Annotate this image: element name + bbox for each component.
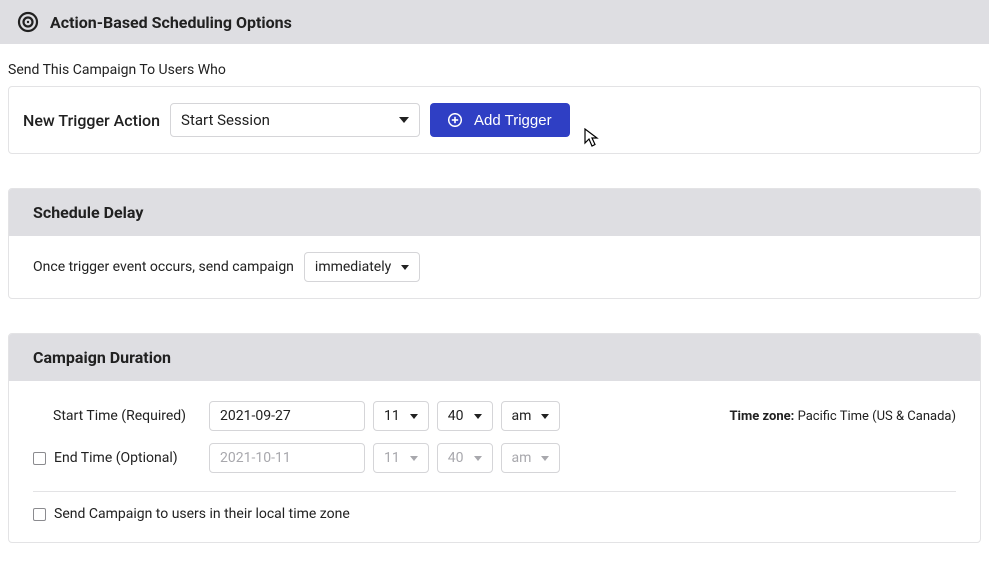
- end-time-label: End Time (Optional): [54, 450, 178, 466]
- start-hour-select[interactable]: 11: [373, 401, 429, 431]
- start-time-row: Start Time (Required) 2021-09-27 11 40 a…: [33, 401, 956, 431]
- campaign-duration-panel: Campaign Duration Start Time (Required) …: [8, 333, 981, 543]
- new-trigger-label: New Trigger Action: [23, 111, 160, 130]
- end-ampm-select[interactable]: am: [501, 443, 561, 473]
- end-time-checkbox[interactable]: [33, 452, 46, 465]
- add-trigger-label: Add Trigger: [474, 112, 552, 129]
- delay-timing-select[interactable]: immediately: [304, 252, 420, 282]
- delay-timing-value: immediately: [315, 259, 391, 275]
- delay-prefix-text: Once trigger event occurs, send campaign: [33, 259, 294, 275]
- timezone-value: Pacific Time (US & Canada): [798, 409, 956, 424]
- new-trigger-panel: New Trigger Action Start Session Add Tri…: [8, 86, 981, 154]
- chevron-down-icon: [410, 456, 418, 461]
- chevron-down-icon: [541, 414, 549, 419]
- trigger-action-value: Start Session: [181, 111, 270, 129]
- end-hour-select[interactable]: 11: [373, 443, 429, 473]
- divider: [33, 491, 956, 492]
- chevron-down-icon: [541, 456, 549, 461]
- trigger-action-select[interactable]: Start Session: [170, 103, 420, 137]
- send-to-label: Send This Campaign To Users Who: [8, 62, 981, 78]
- end-time-row: End Time (Optional) 2021-10-11 11 40 am: [33, 443, 956, 473]
- target-icon: [16, 10, 40, 34]
- start-ampm-select[interactable]: am: [501, 401, 561, 431]
- schedule-delay-title: Schedule Delay: [9, 189, 980, 236]
- campaign-duration-title: Campaign Duration: [9, 334, 980, 381]
- chevron-down-icon: [474, 456, 482, 461]
- page-title: Action-Based Scheduling Options: [50, 13, 292, 32]
- schedule-delay-panel: Schedule Delay Once trigger event occurs…: [8, 188, 981, 299]
- add-trigger-button[interactable]: Add Trigger: [430, 103, 570, 137]
- start-minute-select[interactable]: 40: [437, 401, 493, 431]
- chevron-down-icon: [410, 414, 418, 419]
- local-timezone-label: Send Campaign to users in their local ti…: [54, 506, 350, 522]
- plus-circle-icon: [448, 113, 462, 127]
- page-header: Action-Based Scheduling Options: [0, 0, 989, 44]
- chevron-down-icon: [474, 414, 482, 419]
- end-date-input[interactable]: 2021-10-11: [209, 443, 365, 473]
- start-time-label: Start Time (Required): [53, 408, 186, 424]
- timezone-info: Time zone: Pacific Time (US & Canada): [729, 409, 956, 424]
- local-timezone-row: Send Campaign to users in their local ti…: [33, 506, 956, 522]
- chevron-down-icon: [401, 265, 409, 270]
- chevron-down-icon: [399, 117, 409, 123]
- start-date-input[interactable]: 2021-09-27: [209, 401, 365, 431]
- local-timezone-checkbox[interactable]: [33, 508, 46, 521]
- timezone-label: Time zone:: [729, 409, 794, 424]
- end-minute-select[interactable]: 40: [437, 443, 493, 473]
